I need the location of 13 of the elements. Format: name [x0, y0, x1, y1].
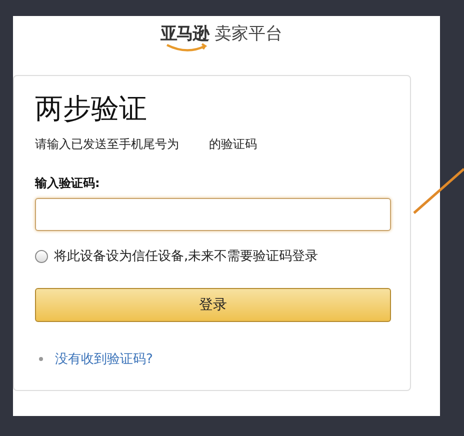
page-title: 两步验证 [35, 91, 147, 127]
login-button[interactable]: 登录 [35, 288, 391, 322]
bullet-icon [39, 357, 43, 361]
no-code-link[interactable]: 没有收到验证码? [55, 350, 153, 368]
smile-arrow-icon [164, 43, 208, 53]
field-label: 输入验证码: [35, 175, 100, 192]
instruction-text: 请输入已发送至手机尾号为 [35, 136, 179, 153]
logo-brand: 亚马逊 [160, 23, 208, 45]
checkbox-label: 将此设备设为信任设备,未来不需要验证码登录 [54, 248, 318, 265]
trust-device-checkbox[interactable] [35, 250, 48, 262]
code-input-field[interactable] [35, 198, 391, 231]
logo-product-name: 卖家平台 [214, 23, 282, 45]
instruction-text: 的验证码 [209, 136, 257, 153]
